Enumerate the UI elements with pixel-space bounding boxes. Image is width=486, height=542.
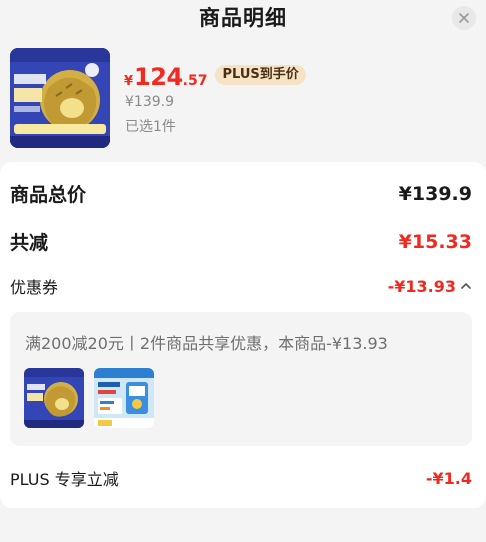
- close-button[interactable]: [452, 6, 476, 30]
- coupon-value: -¥13.93: [387, 276, 456, 296]
- page-title: 商品明细: [199, 6, 287, 30]
- coupon-product-thumbnail: [24, 368, 84, 428]
- currency-symbol: ¥: [124, 74, 134, 89]
- selected-count: 已选1件: [125, 119, 176, 135]
- total-row: 商品总价 ¥139.9: [10, 180, 472, 207]
- plus-discount-row: PLUS 专享立减 -¥1.4: [10, 466, 472, 490]
- chevron-up-icon[interactable]: [460, 280, 472, 292]
- coupon-value-wrap: -¥13.93: [388, 277, 472, 296]
- header: 商品明细: [0, 0, 486, 36]
- original-price: ¥139.9: [125, 94, 174, 110]
- coupon-label: 优惠券: [10, 278, 59, 297]
- coupon-row[interactable]: 优惠券 -¥13.93: [10, 274, 472, 298]
- total-label: 商品总价: [10, 184, 87, 206]
- price-line: ¥ 124 .57 PLUS到手价: [124, 63, 306, 91]
- plus-discount-label: PLUS 专享立减: [10, 470, 119, 489]
- price-decimal: .57: [182, 73, 208, 89]
- price-integer: 124: [134, 63, 183, 91]
- plus-discount-value: -¥1.4: [425, 468, 472, 488]
- coupon-detail-text: 满200减20元丨2件商品共享优惠，本商品-¥13.93: [25, 334, 388, 353]
- product-thumbnail: [10, 48, 110, 148]
- plus-price-badge: PLUS到手价: [215, 65, 306, 85]
- reduction-value: ¥15.33: [398, 230, 472, 253]
- reduction-label: 共减: [10, 232, 49, 254]
- coupon-product-thumbnail: [94, 368, 154, 428]
- reduction-row: 共减 ¥15.33: [10, 228, 472, 255]
- product-summary: ¥ 124 .57 PLUS到手价 ¥139.9 已选1件: [10, 48, 476, 148]
- coupon-detail-box: 满200减20元丨2件商品共享优惠，本商品-¥13.93: [10, 312, 472, 446]
- close-icon: [459, 13, 469, 23]
- total-value: ¥139.9: [398, 182, 472, 205]
- price-breakdown-card: 商品总价 ¥139.9 共减 ¥15.33 优惠券 -¥13.93 满200减2…: [0, 162, 486, 508]
